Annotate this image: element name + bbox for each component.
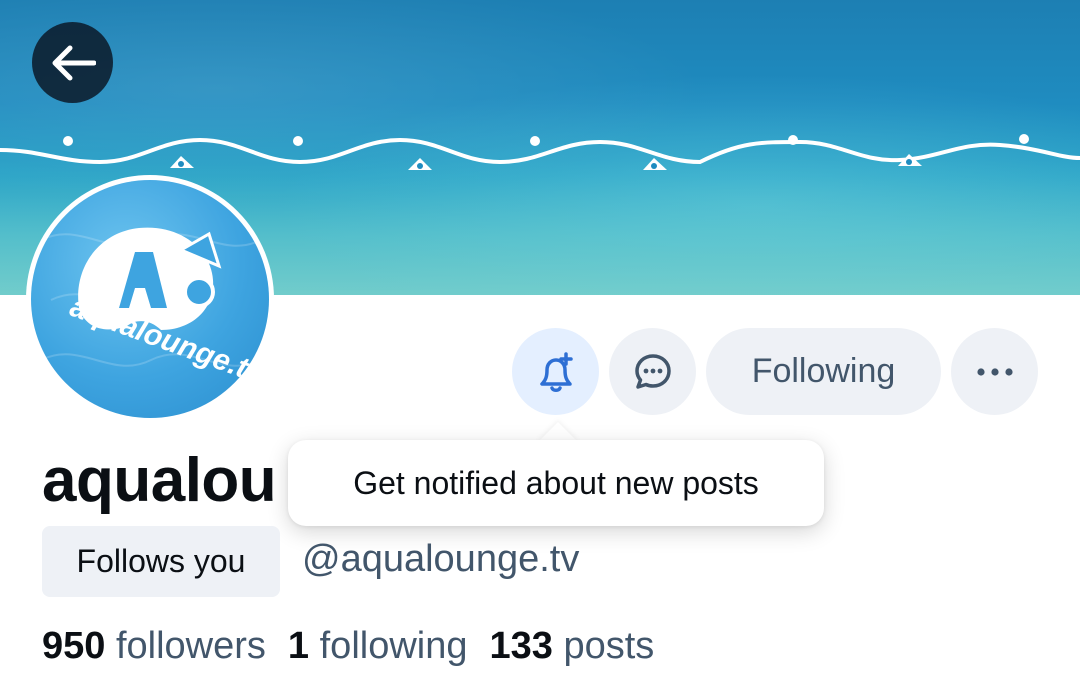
- followers-stat[interactable]: 950 followers: [42, 625, 266, 667]
- aqualounge-logo-icon: aqualounge.tv: [40, 227, 269, 391]
- posts-label: posts: [563, 625, 655, 667]
- notify-tooltip: Get notified about new posts: [288, 440, 824, 526]
- following-label: following: [319, 625, 468, 667]
- bell-plus-icon: [539, 351, 573, 392]
- profile-handle: @aqualounge.tv: [302, 538, 580, 580]
- following-stat[interactable]: 1 following: [288, 625, 468, 667]
- followers-label: followers: [115, 625, 266, 667]
- ellipsis-icon: [976, 367, 1013, 376]
- arrow-left-icon: [52, 45, 96, 80]
- display-name: aqualou: [42, 446, 277, 515]
- avatar[interactable]: aqualounge.tv: [26, 175, 274, 423]
- message-button[interactable]: [609, 328, 696, 415]
- avatar-image: aqualounge.tv: [31, 180, 269, 418]
- posts-stat: 133 posts: [490, 625, 655, 667]
- following-button[interactable]: Following: [706, 328, 941, 415]
- followers-count: 950: [42, 625, 106, 667]
- back-button[interactable]: [32, 22, 113, 103]
- tooltip-arrow: [538, 422, 578, 442]
- notify-button[interactable]: [512, 328, 599, 415]
- chat-bubble-icon: [634, 353, 671, 389]
- profile-stats: 950 followers 1 following 133 posts: [42, 625, 654, 668]
- posts-count: 133: [489, 625, 553, 667]
- tooltip-text: Get notified about new posts: [353, 464, 759, 501]
- follows-you-badge: Follows you: [42, 526, 280, 597]
- more-options-button[interactable]: [951, 328, 1038, 415]
- following-count: 1: [287, 625, 310, 667]
